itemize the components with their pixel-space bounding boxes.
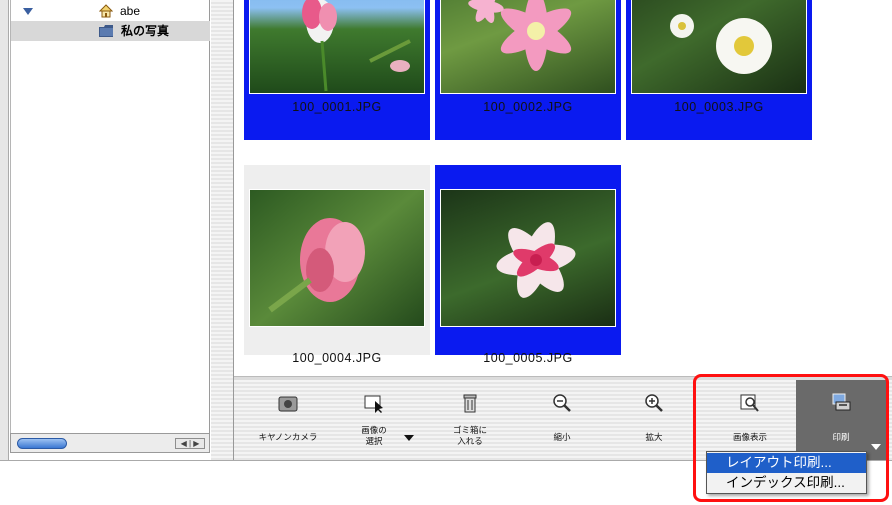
photo-thumbnail[interactable] bbox=[249, 189, 425, 327]
thumbnail-filename: 100_0002.JPG bbox=[483, 100, 573, 114]
horizontal-scrollbar[interactable]: ◀ | ▶ bbox=[10, 433, 210, 453]
thumbnail-filename: 100_0005.JPG bbox=[483, 351, 573, 365]
house-icon bbox=[99, 4, 113, 18]
photo-thumbnail[interactable] bbox=[631, 0, 807, 94]
thumbnail-filename: 100_0001.JPG bbox=[292, 100, 382, 114]
tree-item-my-photos[interactable]: 私の写真 bbox=[11, 21, 210, 41]
zoom-out-button[interactable]: 縮小 bbox=[526, 380, 598, 460]
tool-label: 拡大 bbox=[645, 432, 663, 442]
photo-thumbnail[interactable] bbox=[440, 189, 616, 327]
folder-icon bbox=[99, 25, 113, 37]
canon-camera-button[interactable]: キヤノンカメラ bbox=[252, 380, 324, 460]
tool-label: 選択 bbox=[365, 436, 383, 446]
tree-item-abe[interactable]: abe bbox=[11, 1, 210, 21]
print-menu: レイアウト印刷... インデックス印刷... bbox=[706, 451, 867, 494]
select-pointer-icon bbox=[364, 395, 383, 413]
dropdown-arrow-icon[interactable] bbox=[404, 435, 414, 441]
thumbnail-grid: 100_0001.JPG 100_0002.JPG 100_0003.JPG 1… bbox=[233, 0, 892, 380]
tool-label: 画像の bbox=[361, 425, 387, 435]
tool-label: キヤノンカメラ bbox=[258, 432, 318, 442]
photo-thumbnail[interactable] bbox=[249, 0, 425, 94]
tree-item-label: abe bbox=[120, 4, 141, 18]
tree-item-label: 私の写真 bbox=[121, 24, 170, 38]
select-images-button[interactable]: 画像の 選択 bbox=[338, 380, 414, 460]
trash-icon bbox=[463, 394, 477, 413]
window-frame-left bbox=[0, 0, 9, 460]
scrollbar-thumb[interactable] bbox=[17, 438, 67, 449]
tool-label: ゴミ箱に bbox=[452, 425, 487, 435]
photo-thumbnail[interactable] bbox=[440, 0, 616, 94]
tool-label: 入れる bbox=[457, 436, 483, 446]
folder-tree-panel: abe 私の写真 bbox=[10, 0, 210, 433]
tool-label: 縮小 bbox=[553, 432, 571, 442]
zoom-out-icon bbox=[553, 394, 571, 412]
scroll-arrows[interactable]: ◀ | ▶ bbox=[175, 438, 205, 449]
zoom-in-button[interactable]: 拡大 bbox=[618, 380, 690, 460]
thumbnail-filename: 100_0003.JPG bbox=[674, 100, 764, 114]
camera-icon bbox=[278, 396, 298, 412]
thumbnail-filename: 100_0004.JPG bbox=[292, 351, 382, 365]
move-to-trash-button[interactable]: ゴミ箱に 入れる bbox=[434, 380, 506, 460]
splitter[interactable] bbox=[211, 0, 233, 460]
disclosure-triangle-icon[interactable] bbox=[23, 8, 33, 15]
menu-item-layout-print[interactable]: レイアウト印刷... bbox=[707, 453, 866, 473]
menu-item-index-print[interactable]: インデックス印刷... bbox=[707, 473, 866, 493]
zoom-in-icon bbox=[645, 394, 663, 412]
